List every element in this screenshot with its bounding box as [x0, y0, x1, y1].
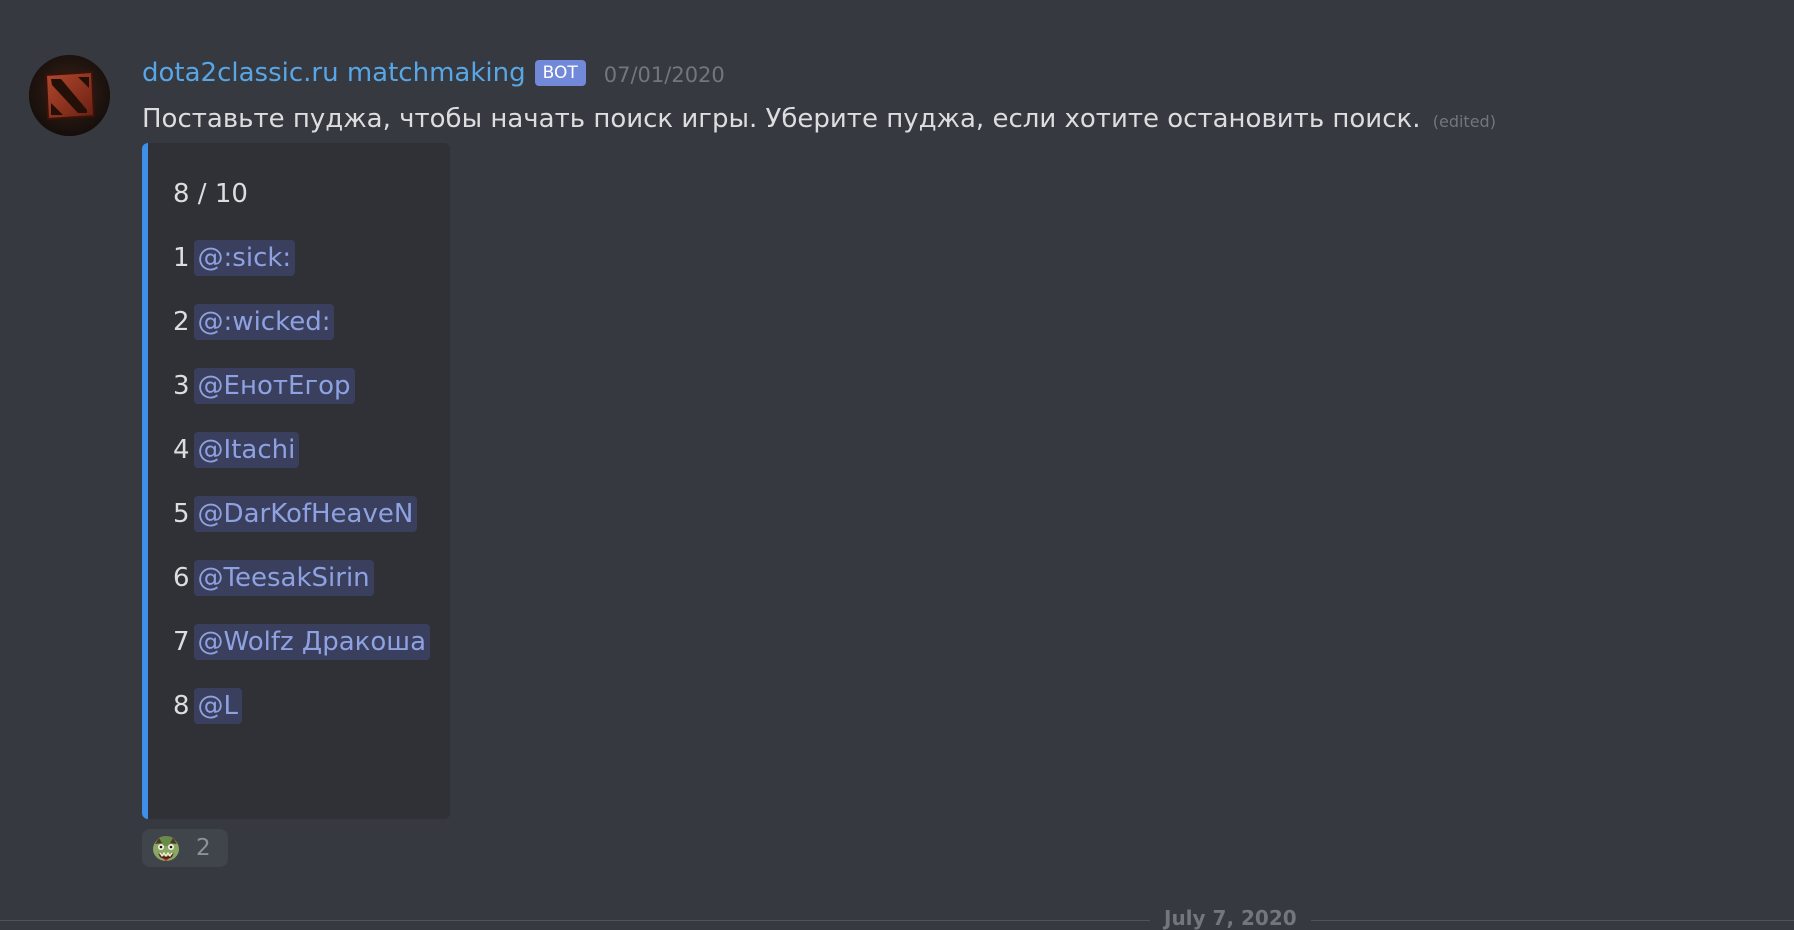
user-mention[interactable]: @Wolfz Дракоша: [193, 624, 431, 660]
user-mention[interactable]: @:wicked:: [193, 304, 335, 340]
player-row: 6 @TeesakSirin: [173, 560, 374, 596]
pudge-emoji-icon: [153, 836, 179, 861]
date-divider-label: July 7, 2020: [1150, 906, 1311, 930]
player-number: 5: [173, 499, 190, 529]
dota2-logo-icon: [29, 55, 110, 136]
player-row: 3 @ЕнотЕгор: [173, 368, 355, 404]
player-number: 6: [173, 563, 190, 593]
player-number: 3: [173, 371, 190, 401]
author-name[interactable]: dota2classic.ru matchmaking: [142, 58, 526, 88]
player-number: 1: [173, 243, 190, 273]
user-mention[interactable]: @Itachi: [193, 432, 300, 468]
player-number: 8: [173, 691, 190, 721]
queue-count: 8 / 10: [173, 179, 248, 209]
player-row: 5 @DarKofHeaveN: [173, 496, 418, 532]
player-number: 7: [173, 627, 190, 657]
message-header: dota2classic.ru matchmaking BOT 07/01/20…: [142, 54, 725, 92]
bot-tag: BOT: [534, 60, 586, 86]
embed-card: 8 / 10 1 @:sick: 2 @:wicked: 3 @ЕнотЕгор 4 @…: [142, 143, 450, 819]
player-row: 7 @Wolfz Дракоша: [173, 624, 431, 660]
message-text: Поставьте пуджа, чтобы начать поиск игры…: [142, 104, 1421, 134]
reaction-count: 2: [196, 835, 211, 861]
player-number: 4: [173, 435, 190, 465]
message-timestamp[interactable]: 07/01/2020: [604, 63, 725, 87]
reaction-button[interactable]: 2: [142, 829, 228, 867]
user-mention[interactable]: @DarKofHeaveN: [193, 496, 418, 532]
edited-label: (edited): [1432, 112, 1496, 131]
user-mention[interactable]: @L: [193, 688, 243, 724]
player-row: 8 @L: [173, 688, 243, 724]
player-number: 2: [173, 307, 190, 337]
user-mention[interactable]: @:sick:: [193, 240, 296, 276]
bot-avatar[interactable]: [29, 55, 110, 136]
chat-message: dota2classic.ru matchmaking BOT 07/01/20…: [0, 0, 1794, 880]
player-row: 2 @:wicked:: [173, 304, 335, 340]
user-mention[interactable]: @TeesakSirin: [193, 560, 374, 596]
message-content: Поставьте пуджа, чтобы начать поиск игры…: [142, 100, 1496, 141]
player-row: 1 @:sick:: [173, 240, 296, 276]
date-divider: [0, 920, 1794, 921]
user-mention[interactable]: @ЕнотЕгор: [193, 368, 355, 404]
player-row: 4 @Itachi: [173, 432, 300, 468]
